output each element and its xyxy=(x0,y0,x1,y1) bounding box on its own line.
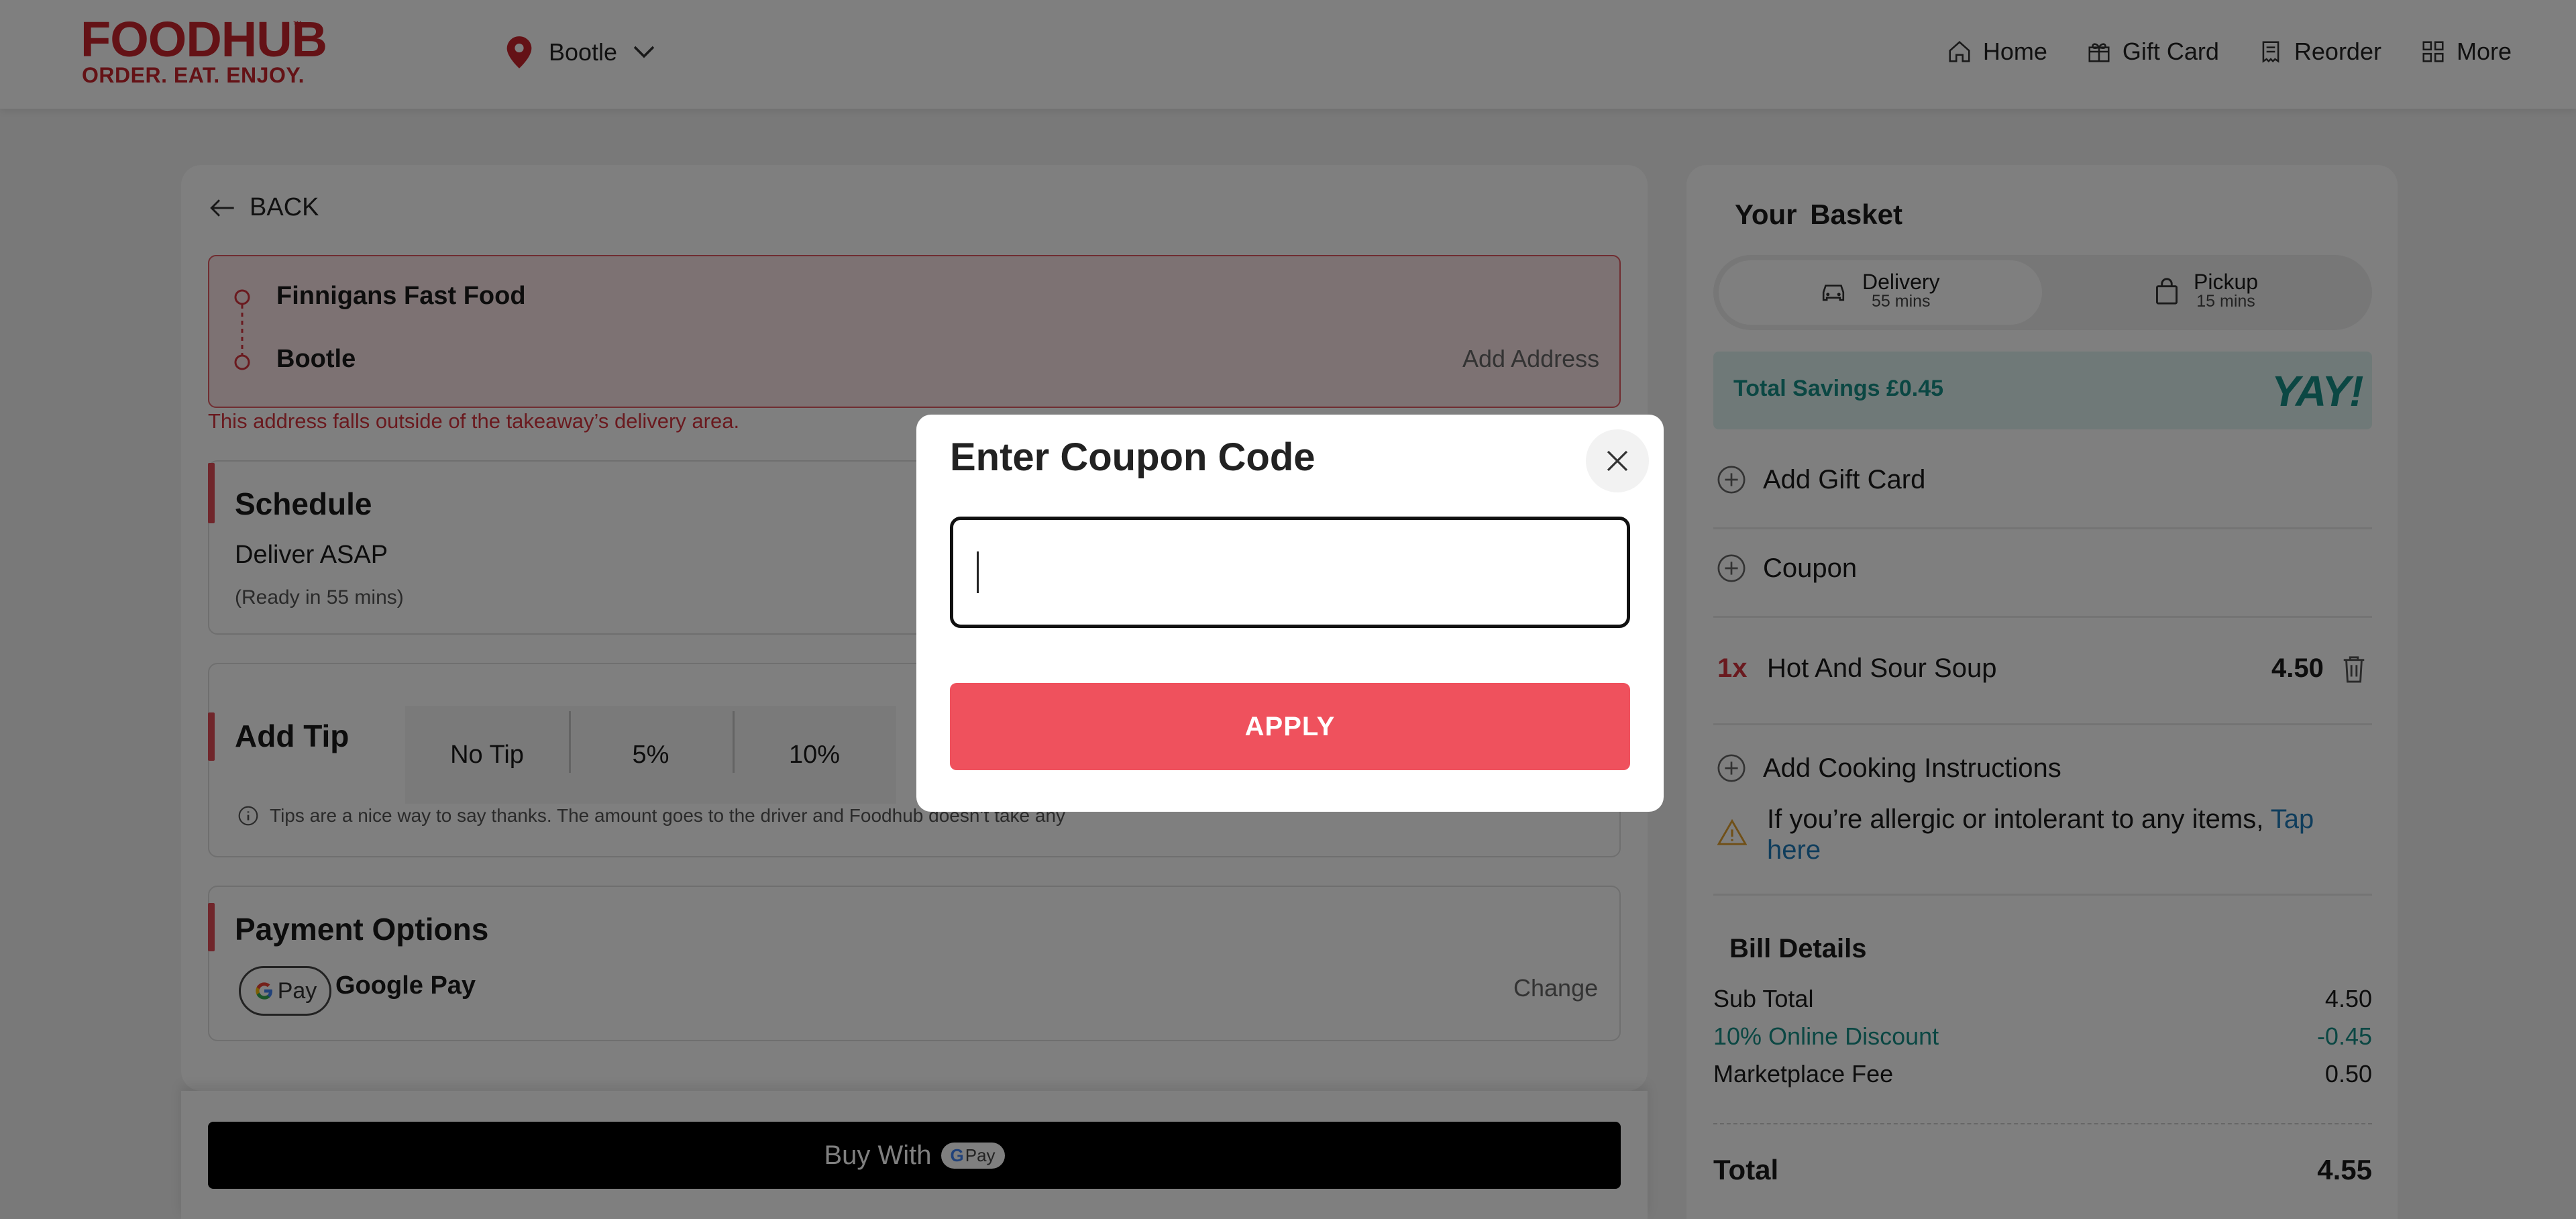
checkout-page: FOODHUB ™ ORDER. EAT. ENJOY. Bootle Home… xyxy=(0,0,2576,1219)
coupon-code-input[interactable] xyxy=(950,517,1630,628)
text-caret xyxy=(977,551,979,593)
close-icon xyxy=(1604,447,1631,474)
apply-button[interactable]: APPLY xyxy=(950,683,1630,770)
modal-title: Enter Coupon Code xyxy=(950,435,1316,479)
close-button[interactable] xyxy=(1586,429,1649,492)
